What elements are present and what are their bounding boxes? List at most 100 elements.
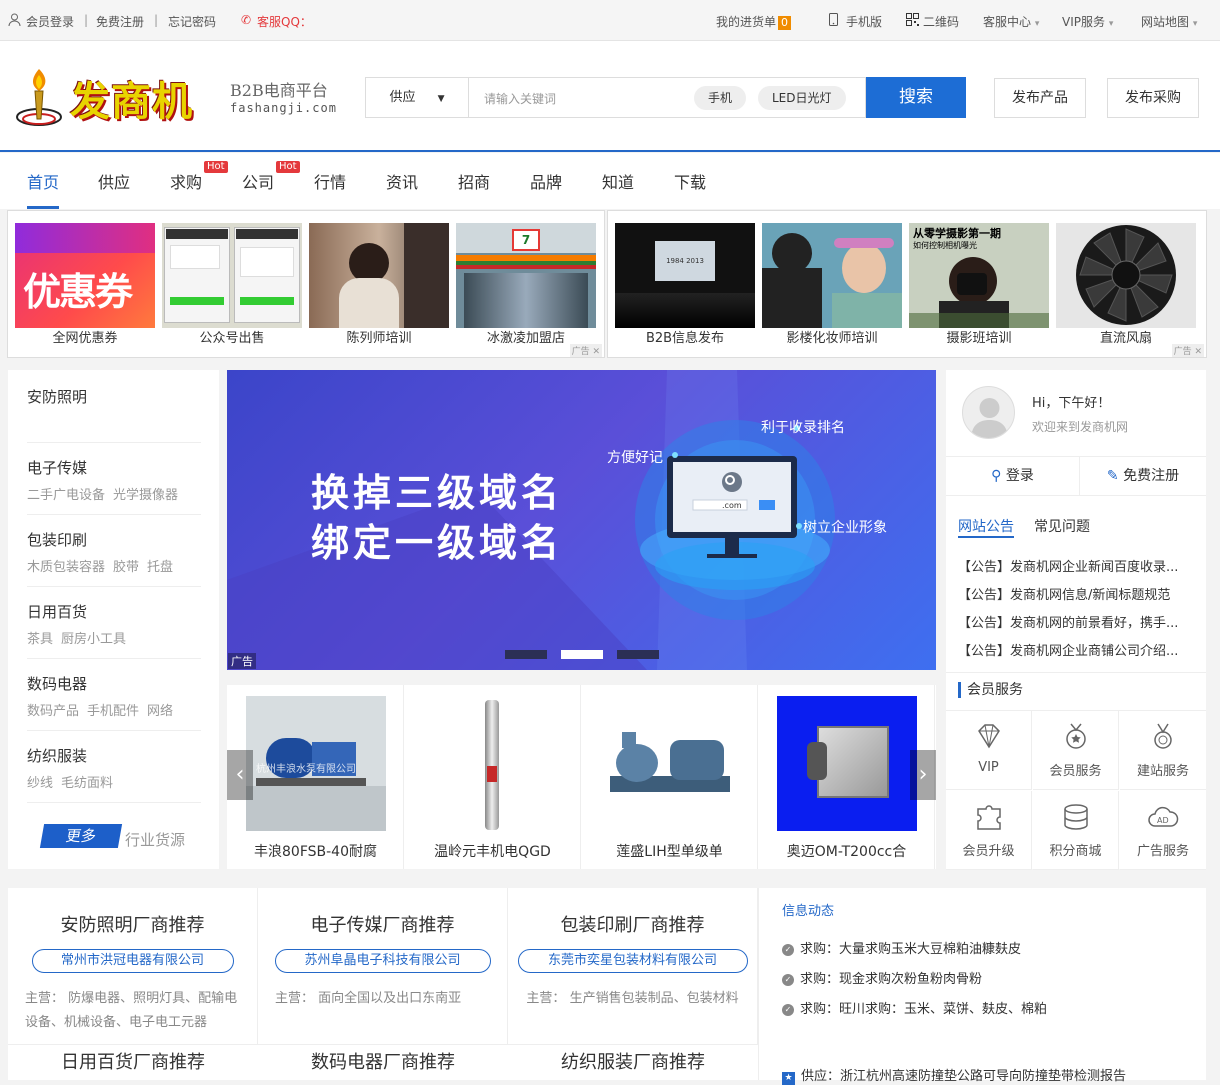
product-card[interactable]: 莲盛LIH型单级单: [581, 685, 758, 869]
login-button[interactable]: ⚲ 登录: [946, 457, 1080, 495]
nav-investment[interactable]: 招商: [458, 169, 490, 193]
subcategory-link[interactable]: 光学摄像器: [113, 488, 178, 503]
subcategory-link[interactable]: 数码产品: [27, 704, 79, 719]
product-card[interactable]: 奥迈OM-T200cc合: [758, 685, 935, 869]
carousel-dot[interactable]: [617, 650, 659, 659]
search-input[interactable]: 请输入关键词: [484, 90, 556, 107]
recommend-title[interactable]: 纺织服装厂商推荐: [508, 1048, 758, 1074]
category-title[interactable]: 安防照明: [27, 386, 201, 407]
nav-market[interactable]: 行情: [314, 169, 346, 193]
service-vip[interactable]: VIP: [946, 711, 1032, 790]
subcategory-link[interactable]: 茶具: [27, 632, 53, 647]
news-item[interactable]: ★ 供应：浙江杭州高速防撞垫公路可导向防撞垫带检测报告: [782, 1065, 1126, 1085]
ad-item[interactable]: 从零学摄影第一期 如何控制相机曝光 摄影班培训: [909, 223, 1049, 348]
carousel-next-button[interactable]: ›: [910, 750, 936, 800]
ad-tag[interactable]: 广告 ✕: [1171, 344, 1204, 357]
category-item[interactable]: 电子传媒 二手广电设备 光学摄像器: [27, 457, 201, 503]
category-item[interactable]: 数码电器 数码产品 手机配件 网络: [27, 673, 201, 719]
product-card[interactable]: 温岭元丰机电QGD: [404, 685, 581, 869]
search-chip[interactable]: 手机: [694, 86, 747, 110]
qrcode-link[interactable]: 二维码: [923, 13, 959, 30]
recommend-title[interactable]: 日用百货厂商推荐: [8, 1048, 258, 1074]
subcategory-link[interactable]: 纱线: [27, 776, 53, 791]
service-center-menu[interactable]: 客服中心 ▾: [983, 13, 1039, 30]
register-link[interactable]: 免费注册: [96, 13, 144, 30]
service-advertising[interactable]: AD 广告服务: [1120, 791, 1206, 870]
cart-link[interactable]: 我的进货单 0: [716, 13, 792, 30]
nav-download[interactable]: 下载: [674, 169, 706, 193]
ad-item[interactable]: 优惠券 全网优惠券: [15, 223, 155, 348]
mobile-link[interactable]: 手机版: [846, 13, 882, 30]
carousel-dot-active[interactable]: [561, 650, 603, 659]
news-feed-title[interactable]: 信息动态: [782, 900, 1202, 919]
news-item[interactable]: ✓ 求购：大量求购玉米大豆棉粕油糠麸皮: [782, 938, 1021, 957]
notice-item[interactable]: 【公告】发商机网的前景看好，携手...: [958, 612, 1198, 631]
category-title[interactable]: 日用百货: [27, 601, 201, 622]
notice-item[interactable]: 【公告】发商机网信息/新闻标题规范: [958, 584, 1198, 603]
company-link[interactable]: 东莞市奕星包装材料有限公司: [517, 949, 748, 973]
ad-item[interactable]: 7 冰激凌加盟店: [456, 223, 596, 348]
tab-announcements[interactable]: 网站公告: [958, 516, 1014, 536]
register-button[interactable]: ✎ 免费注册: [1080, 457, 1206, 495]
category-title[interactable]: 包装印刷: [27, 529, 201, 550]
subcategory-link[interactable]: 托盘: [147, 560, 173, 575]
search-type-select[interactable]: 供应 ▼: [366, 78, 469, 117]
publish-product-button[interactable]: 发布产品: [994, 78, 1086, 118]
category-item[interactable]: 包装印刷 木质包装容器 胶带 托盘: [27, 529, 201, 575]
category-item[interactable]: 安防照明: [27, 386, 201, 407]
search-button[interactable]: 搜索: [866, 77, 966, 118]
nav-home[interactable]: 首页: [27, 169, 59, 193]
carousel-prev-button[interactable]: ‹: [227, 750, 253, 800]
subcategory-link[interactable]: 胶带: [113, 560, 139, 575]
login-link[interactable]: 会员登录: [26, 13, 74, 30]
product-title[interactable]: 奥迈OM-T200cc合: [758, 841, 935, 861]
forgot-password-link[interactable]: 忘记密码: [168, 13, 216, 30]
news-item[interactable]: ✓ 求购：旺川求购：玉米、菜饼、麸皮、棉粕: [782, 998, 1047, 1017]
tab-faq[interactable]: 常见问题: [1034, 516, 1090, 536]
carousel-dot[interactable]: [505, 650, 547, 659]
publish-purchase-button[interactable]: 发布采购: [1107, 78, 1199, 118]
category-item[interactable]: 纺织服装 纱线 毛纺面料: [27, 745, 201, 791]
category-title[interactable]: 电子传媒: [27, 457, 201, 478]
category-title[interactable]: 纺织服装: [27, 745, 201, 766]
product-title[interactable]: 莲盛LIH型单级单: [581, 841, 758, 861]
ad-item[interactable]: 直流风扇: [1056, 223, 1196, 348]
vip-service-menu[interactable]: VIP服务 ▾: [1062, 13, 1113, 30]
ad-item[interactable]: 1984 2013 B2B信息发布: [615, 223, 755, 348]
service-qq-link[interactable]: 客服QQ：: [257, 13, 312, 30]
company-link[interactable]: 苏州阜晶电子科技有限公司: [274, 949, 491, 973]
hero-banner[interactable]: 换掉三级域名 绑定一级域名 利于收录排名 方便好记 树立企业形象 .com 广告: [227, 370, 936, 670]
ad-item[interactable]: 陈列师培训: [309, 223, 449, 348]
subcategory-link[interactable]: 网络: [147, 704, 173, 719]
service-points-mall[interactable]: 积分商城: [1033, 791, 1119, 870]
search-chip[interactable]: LED日光灯: [758, 86, 846, 110]
more-categories-button[interactable]: 更多: [39, 824, 123, 848]
notice-item[interactable]: 【公告】发商机网企业新闻百度收录...: [958, 556, 1198, 575]
ad-item[interactable]: 影楼化妆师培训: [762, 223, 902, 348]
company-link[interactable]: 常州市洪冠电器有限公司: [31, 949, 234, 973]
service-website[interactable]: 建站服务: [1120, 711, 1206, 790]
subcategory-link[interactable]: 木质包装容器: [27, 560, 105, 575]
product-title[interactable]: 温岭元丰机电QGD: [404, 841, 581, 861]
service-upgrade[interactable]: 会员升级: [946, 791, 1032, 870]
news-item[interactable]: ✓ 求购：现金求购次粉鱼粉肉骨粉: [782, 968, 982, 987]
nav-purchase[interactable]: 求购 Hot: [170, 161, 228, 193]
product-card[interactable]: 杭州丰浪水泵有限公司 丰浪80FSB-40耐腐: [227, 685, 404, 869]
ad-tag[interactable]: 广告 ✕: [569, 344, 602, 357]
ad-item[interactable]: 公众号出售: [162, 223, 302, 348]
industry-source-link[interactable]: 行业货源: [125, 829, 185, 850]
category-title[interactable]: 数码电器: [27, 673, 201, 694]
subcategory-link[interactable]: 手机配件: [87, 704, 139, 719]
recommend-title[interactable]: 包装印刷厂商推荐: [508, 911, 757, 937]
subcategory-link[interactable]: 毛纺面料: [61, 776, 113, 791]
recommend-title[interactable]: 数码电器厂商推荐: [258, 1048, 508, 1074]
sitemap-menu[interactable]: 网站地图 ▾: [1141, 13, 1197, 30]
nav-knowledge[interactable]: 知道: [602, 169, 634, 193]
close-icon[interactable]: ✕: [1194, 347, 1202, 357]
nav-news[interactable]: 资讯: [386, 169, 418, 193]
recommend-title[interactable]: 安防照明厂商推荐: [8, 911, 257, 937]
product-title[interactable]: 丰浪80FSB-40耐腐: [227, 841, 404, 861]
subcategory-link[interactable]: 厨房小工具: [61, 632, 126, 647]
subcategory-link[interactable]: 二手广电设备: [27, 488, 105, 503]
category-item[interactable]: 日用百货 茶具 厨房小工具: [27, 601, 201, 647]
